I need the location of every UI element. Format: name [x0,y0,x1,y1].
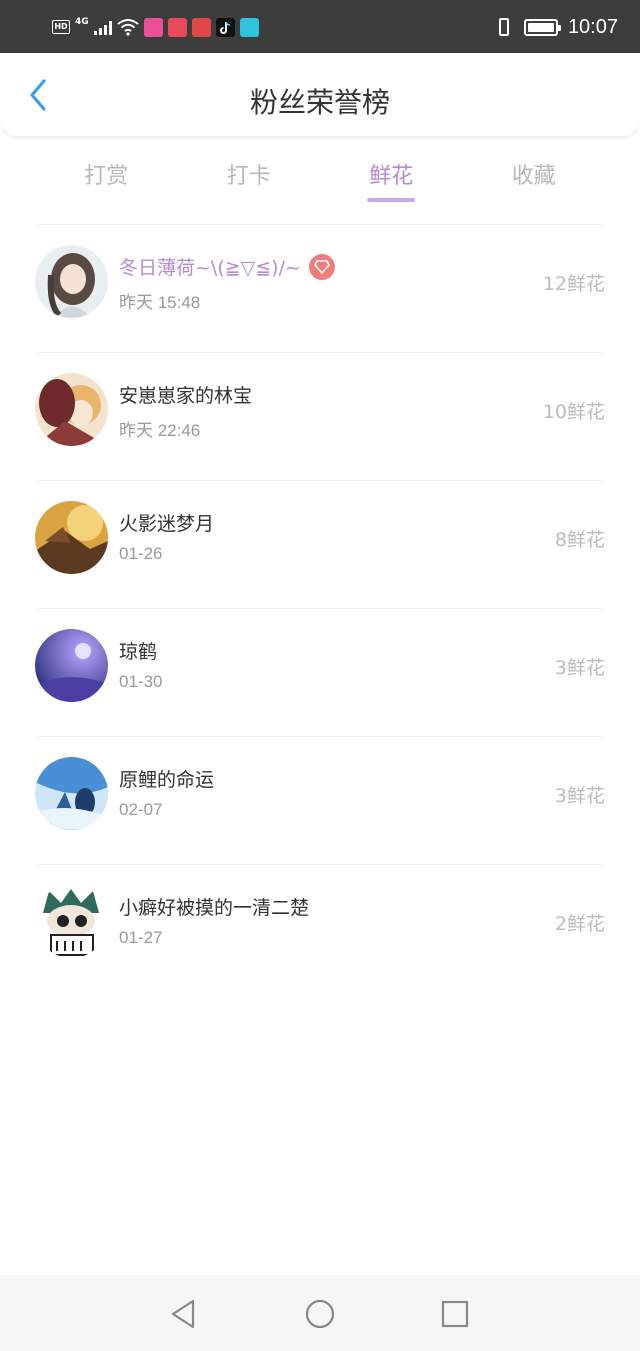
battery-icon [523,18,561,36]
timestamp: 01-30 [119,672,163,691]
active-tab-indicator [367,198,416,202]
avatar[interactable] [35,373,108,446]
nav-home-button[interactable] [303,1297,337,1331]
hd-icon: HD [52,20,70,34]
user-name[interactable]: 琼鹤 [119,637,157,664]
fan-list: 冬日薄荷~\(≧▽≦)/~ 昨天 15:48 12鲜花 安崽崽家的林宝 昨天 2… [0,224,640,992]
nav-bar: 粉丝荣誉榜 [0,53,640,137]
status-left-icons: HD 4G [52,15,259,39]
flower-count: 2鲜花 [554,913,605,935]
system-nav-bar [0,1275,640,1351]
avatar[interactable] [35,885,108,958]
app-icon-2 [167,17,187,37]
avatar[interactable] [35,757,108,830]
triangle-back-icon [171,1299,195,1329]
tab-flowers[interactable]: 鲜花 [320,152,463,212]
flower-count: 8鲜花 [554,529,605,551]
list-item[interactable]: 原鲤的命运 02-07 3鲜花 [35,736,605,864]
app-icon-5 [239,17,259,37]
user-name[interactable]: 原鲤的命运 [119,765,214,792]
nav-back-button[interactable] [166,1297,200,1331]
wifi-icon [117,19,139,36]
user-name[interactable]: 火影迷梦月 [119,509,214,536]
timestamp: 01-27 [119,928,163,947]
timestamp: 01-26 [119,544,163,563]
circle-home-icon [305,1299,335,1329]
avatar[interactable] [35,245,108,318]
flower-count: 12鲜花 [542,273,605,295]
4g-icon: 4G [75,17,89,27]
list-item[interactable]: 小癖好被摸的一清二楚 01-27 2鲜花 [35,864,605,992]
timestamp: 昨天 15:48 [119,293,201,312]
avatar[interactable] [35,501,108,574]
user-name[interactable]: 冬日薄荷~\(≧▽≦)/~ [119,253,335,280]
tab-reward[interactable]: 打赏 [35,152,178,212]
status-bar: HD 4G 10:07 [0,0,640,53]
list-item[interactable]: 冬日薄荷~\(≧▽≦)/~ 昨天 15:48 12鲜花 [35,224,605,352]
tiktok-icon [215,17,235,37]
user-name[interactable]: 安崽崽家的林宝 [119,381,252,408]
page-title: 粉丝荣誉榜 [249,86,390,119]
flower-count: 3鲜花 [554,657,605,679]
app-icon-3 [191,17,211,37]
list-item[interactable]: 火影迷梦月 01-26 8鲜花 [35,480,605,608]
vip-diamond-icon [308,253,335,280]
tab-checkin[interactable]: 打卡 [178,152,321,212]
tab-bar: 打赏 打卡 鲜花 收藏 [35,152,605,212]
tab-favorites[interactable]: 收藏 [463,152,606,212]
flower-count: 10鲜花 [542,401,605,423]
status-time: 10:07 [567,15,618,38]
timestamp: 昨天 22:46 [119,421,201,440]
vibrate-icon [494,17,514,37]
avatar[interactable] [35,629,108,702]
user-name[interactable]: 小癖好被摸的一清二楚 [119,893,309,920]
app-icon-1 [143,17,163,37]
nav-recents-button[interactable] [438,1297,472,1331]
list-item[interactable]: 琼鹤 01-30 3鲜花 [35,608,605,736]
list-item[interactable]: 安崽崽家的林宝 昨天 22:46 10鲜花 [35,352,605,480]
signal-icon [93,19,112,35]
flower-count: 3鲜花 [554,785,605,807]
square-recents-icon [441,1300,469,1328]
timestamp: 02-07 [119,800,163,819]
status-right-icons: 10:07 [494,13,618,41]
